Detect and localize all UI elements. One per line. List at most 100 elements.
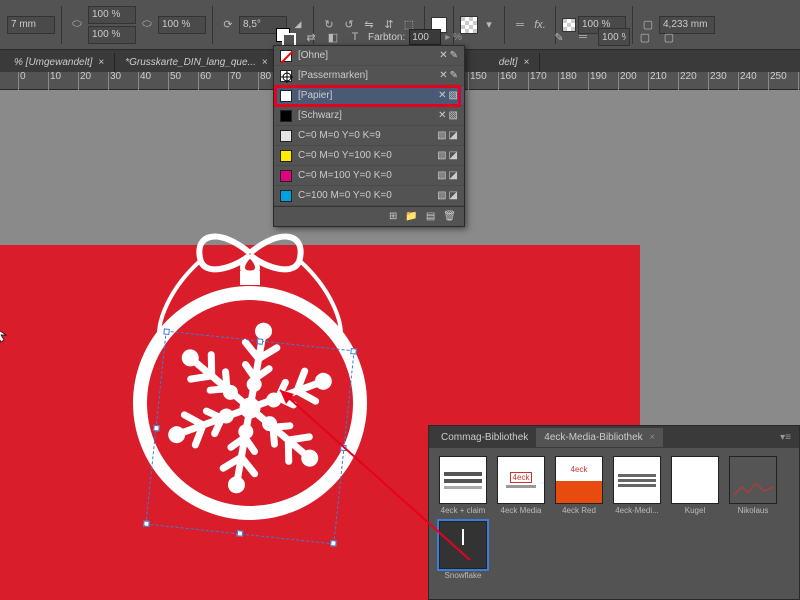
library-item[interactable]: Nikolaus xyxy=(727,456,779,515)
ruler-tick: 190 xyxy=(588,72,607,90)
ruler-tick: 250 xyxy=(768,72,787,90)
scale-field[interactable] xyxy=(158,16,206,34)
ruler-tick: 220 xyxy=(678,72,697,90)
swatch-name: C=0 M=0 Y=0 K=9 xyxy=(298,130,431,141)
tab-umgewandelt[interactable]: % [Umgewandelt]× xyxy=(4,53,115,72)
library-thumb[interactable] xyxy=(671,456,719,504)
farbton-label: Farbton: xyxy=(368,32,405,43)
swatch-chip xyxy=(280,150,292,162)
library-thumb[interactable]: 4eck xyxy=(497,456,545,504)
scale-y-field[interactable] xyxy=(88,26,136,44)
swatch-row[interactable]: [Papier] ✕▧ xyxy=(274,86,464,106)
swatch-name: [Ohne] xyxy=(298,50,433,61)
new-swatch-icon[interactable]: ▤ xyxy=(426,211,435,222)
swatch-type-icons: ✕✎ xyxy=(439,70,458,81)
swatch-type-icons: ✕▧ xyxy=(438,110,458,121)
swatch-name: C=100 M=0 Y=0 K=0 xyxy=(298,190,431,201)
swatch-type-icons: ▧◪ xyxy=(437,150,458,161)
ruler-tick: 160 xyxy=(498,72,517,90)
cursor-icon xyxy=(0,325,10,343)
swatch-type-icons: ✕▧ xyxy=(438,90,458,101)
close-icon[interactable]: × xyxy=(262,57,268,68)
ruler-tick: 0 xyxy=(18,72,26,90)
ruler-tick: 30 xyxy=(108,72,121,90)
swap-icon[interactable]: ⇄ xyxy=(302,28,320,46)
ruler-tick: 170 xyxy=(528,72,547,90)
ruler-tick: 180 xyxy=(558,72,577,90)
pct-field[interactable] xyxy=(598,28,630,46)
secondary-row-right: ✎═ ▢▢ xyxy=(550,28,678,46)
close-icon[interactable]: × xyxy=(524,57,530,68)
farbton-row: ⇄ ◧ T Farbton: ▸ % xyxy=(276,28,462,46)
swatch-type-icons: ▧◪ xyxy=(437,170,458,181)
library-thumb[interactable] xyxy=(729,456,777,504)
ruler-tick: 240 xyxy=(738,72,757,90)
swatch-row[interactable]: C=0 M=0 Y=100 K=0 ▧◪ xyxy=(274,146,464,166)
swatch-name: [Papier] xyxy=(298,90,432,101)
ruler-tick: 210 xyxy=(648,72,667,90)
delete-icon[interactable]: 🗑 xyxy=(443,211,456,222)
library-caption: 4eck-Medi... xyxy=(611,506,663,515)
swatch-name: C=0 M=100 Y=0 K=0 xyxy=(298,170,431,181)
library-caption: Snowflake xyxy=(437,571,489,580)
swatch-row[interactable]: C=100 M=0 Y=0 K=0 ▧◪ xyxy=(274,186,464,206)
lib-tab-4eck[interactable]: 4eck-Media-Bibliothek × xyxy=(536,428,663,447)
panel-menu-icon[interactable]: ▾≡ xyxy=(780,432,791,443)
show-options-icon[interactable]: ⊞ xyxy=(389,211,397,222)
annotation-arrow xyxy=(260,370,480,570)
chain-icon[interactable]: ⬭ xyxy=(68,16,86,34)
ruler-tick: 40 xyxy=(138,72,151,90)
ruler-tick: 150 xyxy=(468,72,487,90)
ruler-tick: 10 xyxy=(48,72,61,90)
swatch-row[interactable]: C=0 M=0 Y=0 K=9 ▧◪ xyxy=(274,126,464,146)
new-folder-icon[interactable]: 📁 xyxy=(405,211,417,222)
swatch-chip xyxy=(280,50,292,62)
ruler-tick: 70 xyxy=(228,72,241,90)
tab-other[interactable]: delt]× xyxy=(489,53,541,72)
swatches-panel: [Ohne]✕✎[Passermarken]✕✎[Papier]✕▧[Schwa… xyxy=(273,45,465,227)
library-item[interactable]: Kugel xyxy=(669,456,721,515)
swatch-row[interactable]: [Schwarz] ✕▧ xyxy=(274,106,464,126)
close-icon[interactable]: × xyxy=(98,57,104,68)
swatch-name: [Passermarken] xyxy=(298,70,433,81)
ruler-tick: 80 xyxy=(258,72,271,90)
format-icon[interactable]: ◧ xyxy=(324,28,342,46)
library-thumb[interactable]: 4eck xyxy=(555,456,603,504)
farbton-field[interactable] xyxy=(409,29,441,45)
swatch-chip xyxy=(280,170,292,182)
tab-grusskarte[interactable]: *Grusskarte_DIN_lang_que...× xyxy=(115,53,278,72)
ruler-tick: 50 xyxy=(168,72,181,90)
rotate-icon: ⟳ xyxy=(219,16,237,34)
library-thumb[interactable] xyxy=(613,456,661,504)
swatch-row[interactable]: C=0 M=100 Y=0 K=0 ▧◪ xyxy=(274,166,464,186)
library-item[interactable]: 4eck 4eck Red xyxy=(553,456,605,515)
swatch-name: [Schwarz] xyxy=(298,110,432,121)
ruler-tick: 230 xyxy=(708,72,727,90)
scale-x-field[interactable] xyxy=(88,6,136,24)
swatch-footer: ⊞ 📁 ▤ 🗑 xyxy=(274,206,464,226)
swatch-chip xyxy=(280,90,292,102)
swatch-type-icons: ▧◪ xyxy=(437,190,458,201)
stroke-swatch[interactable] xyxy=(460,16,478,34)
swatch-type-icons: ✕✎ xyxy=(439,50,458,61)
swatch-row[interactable]: [Passermarken] ✕✎ xyxy=(274,66,464,86)
fx-icon[interactable]: fx. xyxy=(531,16,549,34)
swatch-name: C=0 M=0 Y=100 K=0 xyxy=(298,150,431,161)
library-caption: 4eck Red xyxy=(553,506,605,515)
swatch-chip xyxy=(280,110,292,122)
swatch-chip xyxy=(280,70,292,82)
swatch-row[interactable]: [Ohne] ✕✎ xyxy=(274,46,464,66)
ruler-tick: 20 xyxy=(78,72,91,90)
chain-icon[interactable]: ⬭ xyxy=(138,16,156,34)
ruler-tick: 60 xyxy=(198,72,211,90)
library-item[interactable]: 4eck4eck Media xyxy=(495,456,547,515)
library-panel: Commag-Bibliothek 4eck-Media-Bibliothek … xyxy=(428,425,800,600)
type-icon: T xyxy=(346,28,364,46)
library-item[interactable]: 4eck-Medi... xyxy=(611,456,663,515)
close-icon[interactable]: × xyxy=(647,432,656,443)
stroke-style-icon[interactable]: ═ xyxy=(511,16,529,34)
dropdown-icon[interactable]: ▾ xyxy=(480,16,498,34)
swatch-type-icons: ▧◪ xyxy=(437,130,458,141)
mm-field[interactable] xyxy=(7,16,55,34)
library-caption: Nikolaus xyxy=(727,506,779,515)
